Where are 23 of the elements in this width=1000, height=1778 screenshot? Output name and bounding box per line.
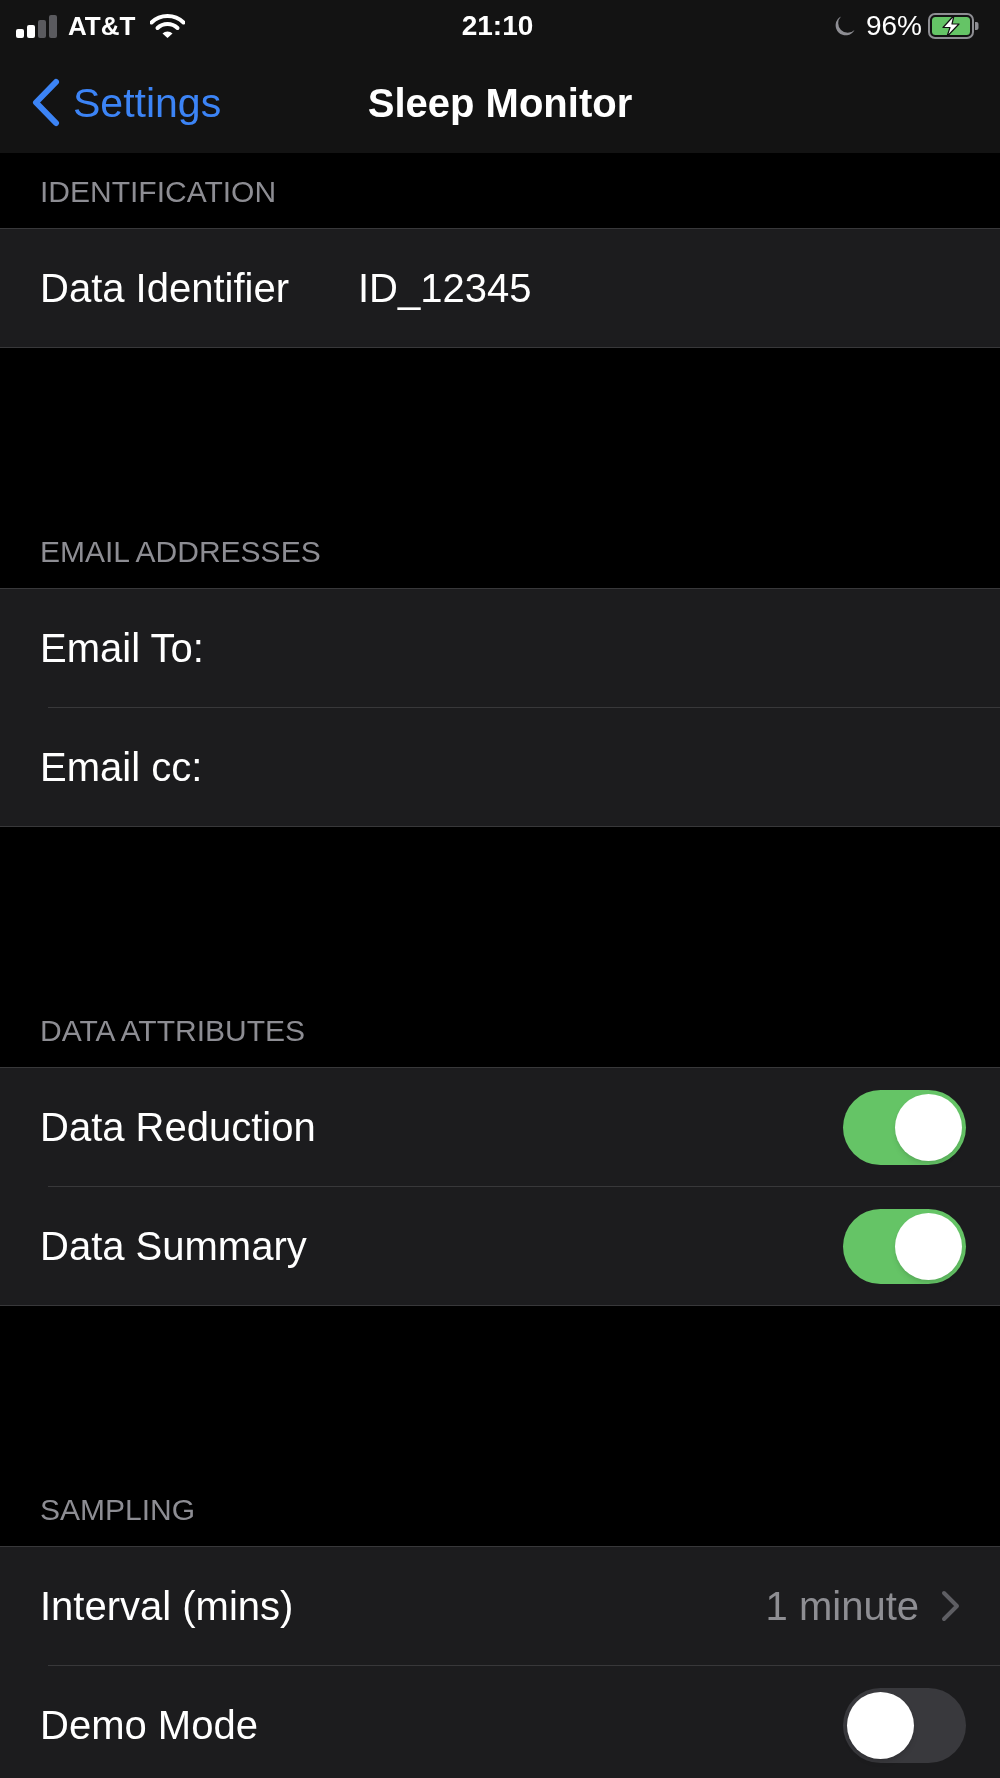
status-time: 21:10 [461,10,534,42]
section-header: IDENTIFICATION [40,174,277,210]
screen-title: Sleep Monitor [367,79,633,127]
back-button[interactable]: Settings [31,77,222,128]
interval-value: 1 minute [765,1583,919,1630]
identifier-field[interactable]: ID_12345 [358,264,532,312]
row-label: Demo Mode [40,1702,258,1749]
row-label: Data Summary [40,1223,307,1270]
wifi-icon [150,13,186,39]
carrier-name: AT&T [68,11,136,41]
row-label: Email To: [40,625,204,672]
battery-charging-icon [928,13,979,39]
battery-percent: 96% [865,10,922,42]
section-header: EMAIL ADDRESSES [40,534,321,570]
section-header: SAMPLING [40,1492,196,1528]
row-label: Email cc: [40,744,203,791]
chevron-left-icon [31,78,61,127]
section-header: DATA ATTRIBUTES [40,1013,306,1049]
chevron-right-icon [941,1590,961,1622]
row-label: Data Reduction [40,1104,316,1151]
signal-bars-icon [16,14,57,38]
row-label: Data Identifier [40,265,290,312]
row-label: Interval (mins) [40,1583,294,1630]
